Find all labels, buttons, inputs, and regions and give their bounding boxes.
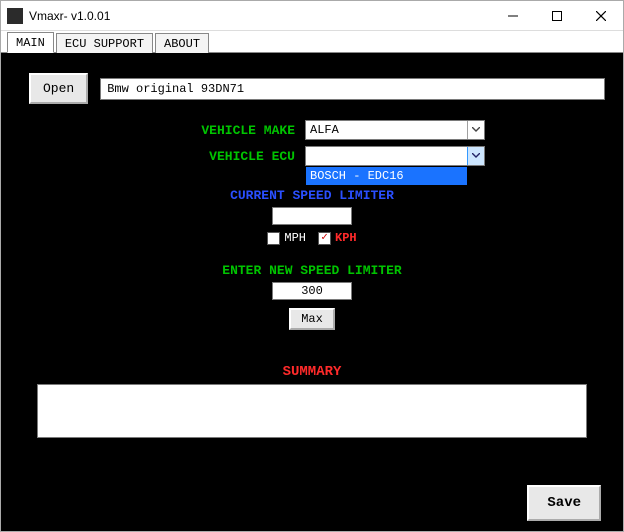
window-title: Vmaxr- v1.0.01 (29, 9, 491, 23)
tab-ecu-support[interactable]: ECU SUPPORT (56, 33, 153, 53)
kph-checkbox[interactable] (318, 232, 331, 245)
save-button[interactable]: Save (527, 485, 601, 521)
vehicle-ecu-label: VEHICLE ECU (49, 149, 299, 164)
new-speed-heading: ENTER NEW SPEED LIMITER (19, 263, 605, 278)
kph-checkbox-wrap[interactable]: KPH (318, 231, 357, 245)
minimize-icon (508, 11, 518, 21)
mph-checkbox-wrap[interactable]: MPH (267, 231, 306, 245)
mph-label: MPH (284, 231, 306, 245)
kph-label: KPH (335, 231, 357, 245)
current-speed-input[interactable] (272, 207, 352, 225)
chevron-down-icon (467, 121, 484, 139)
titlebar: Vmaxr- v1.0.01 (1, 1, 623, 31)
vehicle-make-label: VEHICLE MAKE (49, 123, 299, 138)
max-button[interactable]: Max (289, 308, 335, 330)
current-speed-heading: CURRENT SPEED LIMITER (19, 188, 605, 203)
tab-main[interactable]: MAIN (7, 32, 54, 53)
close-icon (596, 11, 606, 21)
minimize-button[interactable] (491, 1, 535, 31)
new-speed-input[interactable] (272, 282, 352, 300)
app-window: Vmaxr- v1.0.01 MAIN ECU SUPPORT ABOUT Op… (0, 0, 624, 532)
tab-about[interactable]: ABOUT (155, 33, 209, 53)
maximize-button[interactable] (535, 1, 579, 31)
maximize-icon (552, 11, 562, 21)
app-icon (7, 8, 23, 24)
vehicle-make-combo[interactable]: ALFA (305, 120, 485, 140)
mph-checkbox[interactable] (267, 232, 280, 245)
vehicle-make-value: ALFA (310, 123, 339, 137)
summary-heading: SUMMARY (19, 364, 605, 380)
summary-box[interactable] (37, 384, 587, 438)
vehicle-ecu-option[interactable]: BOSCH - EDC16 (306, 167, 467, 185)
close-button[interactable] (579, 1, 623, 31)
tab-strip: MAIN ECU SUPPORT ABOUT (1, 31, 623, 53)
chevron-down-icon (467, 147, 484, 165)
vehicle-ecu-combo[interactable] (305, 146, 485, 166)
filename-input[interactable] (100, 78, 605, 100)
vehicle-ecu-dropdown: BOSCH - EDC16 (305, 166, 468, 186)
main-panel: Open VEHICLE MAKE ALFA VEHICLE ECU BOSCH… (1, 53, 623, 531)
open-button[interactable]: Open (29, 73, 88, 104)
